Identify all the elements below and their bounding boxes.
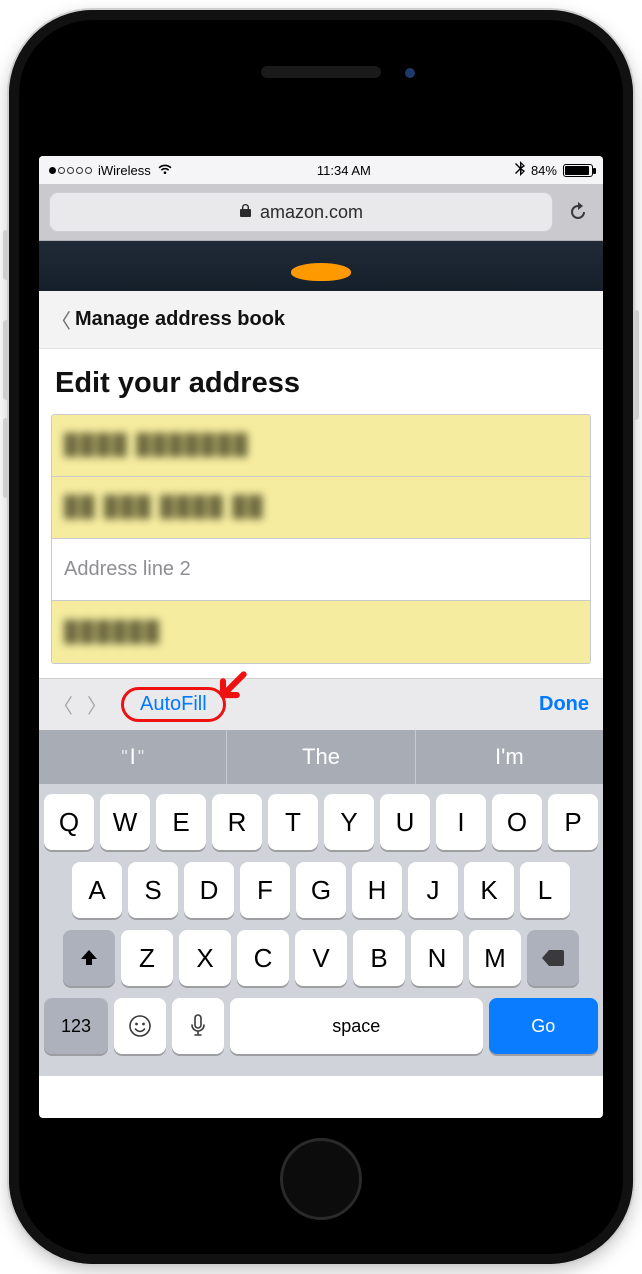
key-z[interactable]: Z [121, 930, 173, 986]
key-a[interactable]: A [72, 862, 122, 918]
key-o[interactable]: O [492, 794, 542, 850]
wifi-icon [157, 163, 173, 178]
mute-switch [3, 230, 9, 280]
address-form: ████ ███████ ██ ███ ████ ██ Address line… [51, 414, 591, 664]
key-y[interactable]: Y [324, 794, 374, 850]
home-button[interactable] [280, 1138, 362, 1220]
speaker-grille [261, 66, 381, 78]
address1-value: ██ ███ ████ ██ [64, 496, 265, 519]
shift-key[interactable] [63, 930, 115, 986]
breadcrumb[interactable]: 〈 Manage address book [39, 291, 603, 349]
key-i[interactable]: I [436, 794, 486, 850]
numeric-key[interactable]: 123 [44, 998, 108, 1054]
key-u[interactable]: U [380, 794, 430, 850]
predictive-bar: "I" The I'm [39, 730, 603, 784]
key-p[interactable]: P [548, 794, 598, 850]
url-domain-label: amazon.com [260, 202, 363, 223]
battery-icon [563, 164, 593, 177]
status-right: 84% [515, 161, 593, 179]
city-value: ██████ [64, 621, 161, 644]
predictive-suggestion[interactable]: I'm [416, 730, 603, 784]
page-title: Edit your address [39, 349, 603, 412]
key-b[interactable]: B [353, 930, 405, 986]
key-c[interactable]: C [237, 930, 289, 986]
reload-button[interactable] [563, 197, 593, 227]
key-e[interactable]: E [156, 794, 206, 850]
volume-down-button [3, 418, 9, 498]
key-d[interactable]: D [184, 862, 234, 918]
front-camera [405, 68, 415, 78]
key-s[interactable]: S [128, 862, 178, 918]
prev-field-button[interactable]: 〈 [53, 690, 73, 719]
city-field[interactable]: ██████ [52, 601, 590, 663]
key-l[interactable]: L [520, 862, 570, 918]
keyboard: Q W E R T Y U I O P A S D F G H J K L [39, 784, 603, 1076]
key-w[interactable]: W [100, 794, 150, 850]
chevron-left-icon: 〈 [51, 305, 71, 334]
predictive-suggestion[interactable]: The [227, 730, 415, 784]
name-value: ████ ███████ [64, 434, 249, 457]
key-j[interactable]: J [408, 862, 458, 918]
key-m[interactable]: M [469, 930, 521, 986]
key-r[interactable]: R [212, 794, 262, 850]
key-k[interactable]: K [464, 862, 514, 918]
address2-placeholder: Address line 2 [64, 558, 191, 581]
address2-field[interactable]: Address line 2 [52, 539, 590, 601]
key-n[interactable]: N [411, 930, 463, 986]
volume-up-button [3, 320, 9, 400]
predictive-suggestion[interactable]: "I" [39, 730, 227, 784]
status-bar: iWireless 11:34 AM 84% [39, 156, 603, 184]
go-key[interactable]: Go [489, 998, 598, 1054]
status-left: iWireless [49, 163, 173, 178]
battery-percent-label: 84% [531, 163, 557, 178]
key-f[interactable]: F [240, 862, 290, 918]
emoji-key[interactable] [114, 998, 166, 1054]
key-h[interactable]: H [352, 862, 402, 918]
carrier-label: iWireless [98, 163, 151, 178]
url-bar[interactable]: amazon.com [49, 192, 553, 232]
done-button[interactable]: Done [539, 693, 589, 716]
page-banner [39, 241, 603, 291]
space-key[interactable]: space [230, 998, 483, 1054]
signal-dots-icon [49, 167, 92, 174]
key-g[interactable]: G [296, 862, 346, 918]
address1-field[interactable]: ██ ███ ████ ██ [52, 477, 590, 539]
phone-frame: iWireless 11:34 AM 84% amazon.com [9, 10, 633, 1264]
power-button [633, 310, 639, 420]
key-t[interactable]: T [268, 794, 318, 850]
key-q[interactable]: Q [44, 794, 94, 850]
clock-label: 11:34 AM [317, 163, 371, 178]
bluetooth-icon [515, 161, 525, 179]
keyboard-toolbar: 〈 〉 AutoFill ➜ Done [39, 678, 603, 730]
key-x[interactable]: X [179, 930, 231, 986]
breadcrumb-label: Manage address book [75, 308, 285, 331]
browser-nav-bar: amazon.com [39, 184, 603, 241]
key-v[interactable]: V [295, 930, 347, 986]
screen: iWireless 11:34 AM 84% amazon.com [39, 156, 603, 1118]
backspace-key[interactable] [527, 930, 579, 986]
lock-icon [239, 202, 252, 223]
dictation-key[interactable] [172, 998, 224, 1054]
next-field-button[interactable]: 〉 [87, 690, 107, 719]
name-field[interactable]: ████ ███████ [52, 415, 590, 477]
